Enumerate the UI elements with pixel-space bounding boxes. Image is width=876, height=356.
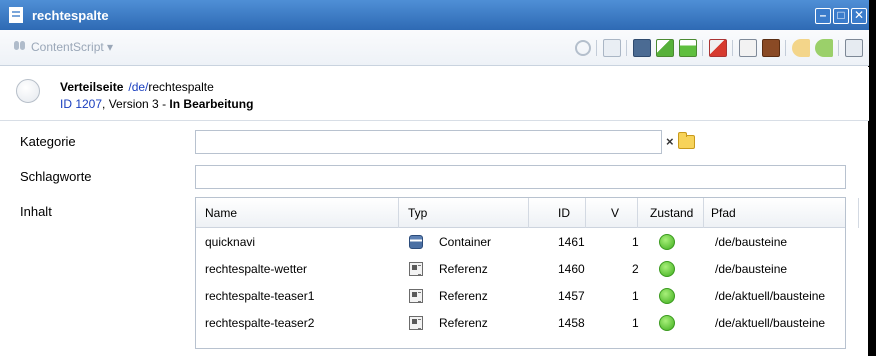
content-grid: Name Typ ID V Zustand Pfad quicknavi Con… [195,197,859,349]
cell-version: 1 [632,289,639,303]
grid-header: Name Typ ID V Zustand Pfad [196,198,859,228]
toolbar-actions [572,39,865,57]
toolbar-separator [702,40,703,56]
check-icon[interactable] [678,39,697,57]
column-header-name[interactable]: Name [196,198,399,228]
contentscript-label: ContentScript ▾ [31,40,114,54]
folder-icon[interactable] [677,131,695,149]
window-controls: – □ ✕ [815,8,867,24]
status-ok-icon [659,288,675,304]
inhalt-label: Inhalt [20,204,52,219]
cell-name: rechtespalte-wetter [205,262,308,276]
cell-typ: Referenz [439,262,488,276]
version-text: , Version 3 - [102,97,170,111]
id-link[interactable]: ID 1207 [60,97,102,111]
task-icon[interactable] [708,39,727,57]
contentscript-menu-button[interactable]: ContentScript ▾ [14,40,113,54]
maximize-button[interactable]: □ [833,8,849,24]
kategorie-field[interactable] [195,130,662,154]
status-ok-icon [659,234,675,250]
document-header: Verteilseite/de/rechtespalte ID 1207, Ve… [0,67,869,121]
status-radio[interactable] [16,79,40,103]
document-title: Verteilseite/de/rechtespalte [60,80,214,94]
table-row[interactable]: rechtespalte-teaser2 Referenz 1458 1 /de… [196,311,845,335]
toolbar: ContentScript ▾ [0,30,869,66]
container-icon [409,235,423,249]
forward-icon[interactable] [791,39,810,57]
cell-typ: Referenz [439,289,488,303]
cell-name: quicknavi [205,235,256,249]
cell-pfad: /de/aktuell/bausteine [715,316,826,330]
check-edit-icon[interactable] [655,39,674,57]
preview-icon[interactable] [844,39,863,57]
forward-alt-icon[interactable] [814,39,833,57]
minimize-button[interactable]: – [815,8,831,24]
document-meta: ID 1207, Version 3 - In Bearbeitung [60,97,253,111]
document-icon [9,7,23,23]
schlagworte-label: Schlagworte [20,169,92,184]
kategorie-label: Kategorie [20,134,76,149]
cell-id: 1461 [558,235,585,249]
reference-icon [409,262,423,276]
toolbar-separator [732,40,733,56]
clear-icon[interactable]: × [666,134,674,149]
document-kind: Verteilseite [60,80,124,94]
toolbar-separator [838,40,839,56]
schlagworte-field[interactable] [195,165,846,189]
window-title: rechtespalte [32,7,109,23]
cell-name: rechtespalte-teaser1 [205,289,315,303]
cell-pfad: /de/bausteine [715,262,788,276]
cell-typ: Referenz [439,316,488,330]
kategorie-actions: × [666,131,695,149]
cell-pfad: /de/bausteine [715,235,788,249]
reference-icon [409,316,423,330]
cell-version: 2 [632,262,639,276]
path-name: rechtespalte [148,80,214,94]
cell-name: rechtespalte-teaser2 [205,316,315,330]
reference-icon [409,289,423,303]
state-text: In Bearbeitung [169,97,254,111]
status-ok-icon [659,315,675,331]
folder-icon[interactable] [761,39,780,57]
path-link[interactable]: /de/ [128,80,148,94]
footprints-icon [14,40,26,54]
table-row[interactable]: rechtespalte-wetter Referenz 1460 2 /de/… [196,257,845,281]
cell-version: 1 [632,235,639,249]
cell-id: 1457 [558,289,585,303]
editor-window: rechtespalte – □ ✕ ContentScript ▾ Verte… [0,0,869,356]
table-row[interactable]: quicknavi Container 1461 1 /de/bausteine [196,230,845,254]
toolbar-separator [626,40,627,56]
column-header-typ[interactable]: Typ [399,198,529,228]
cell-id: 1458 [558,316,585,330]
cell-version: 1 [632,316,639,330]
cell-typ: Container [439,235,492,249]
status-ok-icon [659,261,675,277]
table-row[interactable]: rechtespalte-teaser1 Referenz 1457 1 /de… [196,284,845,308]
toolbar-separator [596,40,597,56]
column-header-id[interactable]: ID [529,198,586,228]
column-header-zustand[interactable]: Zustand [638,198,704,228]
cell-id: 1460 [558,262,585,276]
cell-pfad: /de/aktuell/bausteine [715,289,826,303]
close-button[interactable]: ✕ [851,8,867,24]
save-icon[interactable] [632,39,651,57]
toolbar-separator [785,40,786,56]
edit-icon[interactable] [602,39,621,57]
copy-icon[interactable] [738,39,757,57]
refresh-icon[interactable] [574,40,591,56]
column-header-v[interactable]: V [586,198,638,228]
column-header-pfad[interactable]: Pfad [704,198,859,228]
title-bar: rechtespalte – □ ✕ [0,0,869,30]
